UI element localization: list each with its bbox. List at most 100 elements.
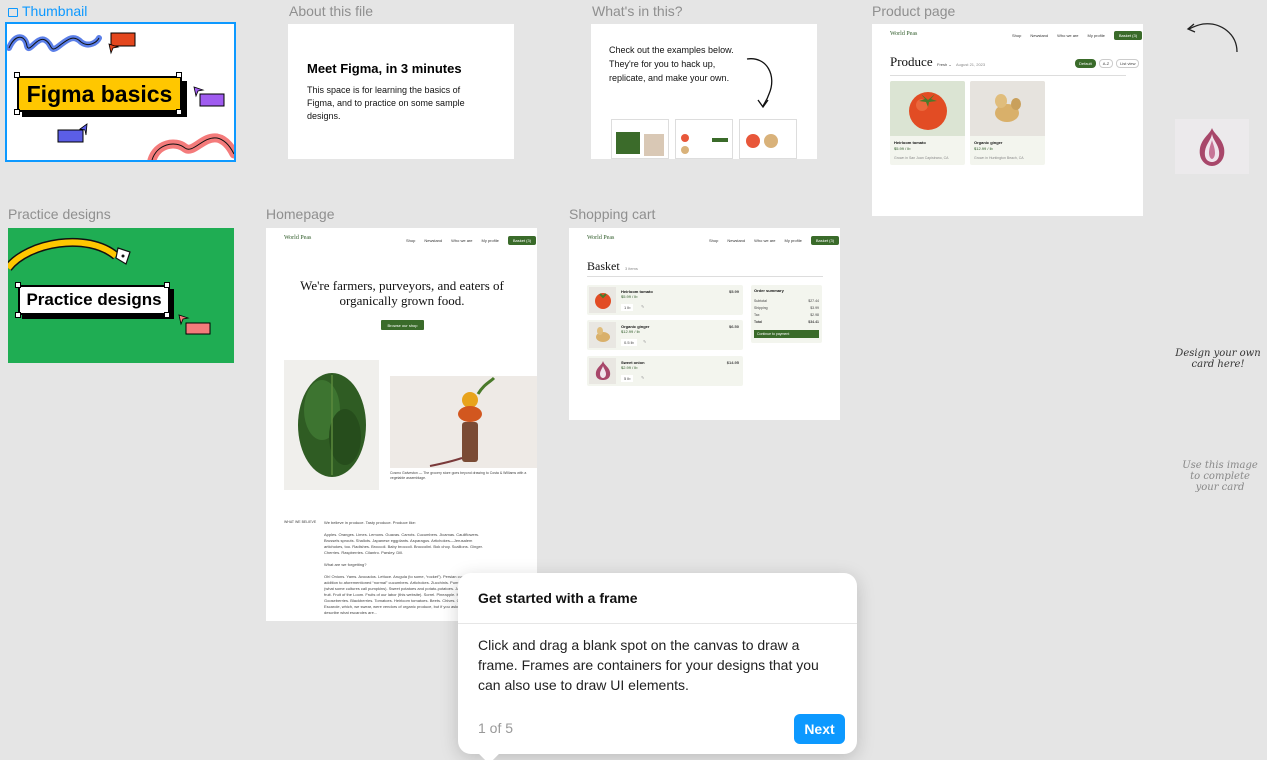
about-title: Meet Figma, in 3 minutes — [307, 61, 462, 76]
onion-image[interactable] — [1175, 119, 1249, 174]
item-total: $6.50 — [728, 324, 739, 329]
nav-newstand[interactable]: Newstand — [727, 238, 745, 243]
frame-label-thumbnail[interactable]: Thumbnail — [8, 3, 87, 19]
resize-handle[interactable] — [14, 72, 20, 78]
belief-intro: We believe in produce. Tasty produce. Pr… — [324, 520, 416, 525]
top-nav: Shop Newstand Who we are My profile Bask… — [1012, 31, 1143, 40]
product-origin: Grown in San Juan Capistrano, CA — [894, 156, 949, 160]
summary-row-value: $3.99 — [810, 306, 819, 310]
logo: World Peas — [587, 235, 615, 241]
divider — [890, 75, 1126, 76]
nav-my-profile[interactable]: My profile — [784, 238, 801, 243]
frame-about[interactable]: Meet Figma, in 3 minutes This space is f… — [288, 24, 514, 159]
resize-handle[interactable] — [164, 282, 170, 288]
frame-whats[interactable]: Check out the examples below. They're fo… — [591, 24, 817, 159]
resize-handle[interactable] — [15, 312, 21, 318]
top-nav: Shop Newstand Who we are My profile Bask… — [709, 236, 840, 245]
filter-dropdown[interactable]: Fresh ⌄ — [937, 62, 952, 67]
tomato-icon — [908, 91, 947, 130]
frame-cart[interactable]: World Peas Shop Newstand Who we are My p… — [569, 228, 840, 420]
qty-select[interactable]: 1 lb — [621, 304, 634, 311]
nav-my-profile[interactable]: My profile — [1087, 33, 1104, 38]
nav-my-profile[interactable]: My profile — [481, 238, 498, 243]
product-price: $12.99 / lb — [974, 146, 993, 151]
hero-heading: We're farmers, purveyors, and eaters of … — [300, 278, 504, 308]
divider — [587, 276, 823, 277]
product-name: Organic ginger — [974, 140, 1003, 145]
qty-select[interactable]: 5 lb — [621, 375, 634, 382]
frame-label-about[interactable]: About this file — [289, 3, 373, 19]
frame-thumbnail[interactable]: Figma basics — [7, 24, 234, 160]
frame-product[interactable]: World Peas Shop Newstand Who we are My p… — [872, 24, 1143, 216]
next-button[interactable]: Next — [794, 714, 845, 744]
preview-product — [675, 119, 733, 159]
cart-item[interactable]: Organic ginger $12.99 / lb $6.50 0.5 lb … — [587, 320, 743, 350]
chip-az[interactable]: A-Z — [1098, 59, 1114, 68]
frame-label-product[interactable]: Product page — [872, 3, 955, 19]
resize-handle[interactable] — [14, 109, 20, 115]
frame-label-text: Thumbnail — [22, 3, 88, 19]
resize-handle[interactable] — [176, 72, 182, 78]
item-total: $5.99 — [728, 289, 739, 294]
basket-button[interactable]: Basket (3) — [507, 236, 537, 245]
section-label: WHAT WE BELIEVE — [284, 520, 317, 524]
frame-homepage[interactable]: World Peas Shop Newstand Who we are My p… — [266, 228, 537, 621]
onion-icon — [595, 361, 610, 380]
summary-row-label: Shipping — [754, 306, 768, 310]
view-chips: Default A-Z List view — [1075, 59, 1140, 68]
resize-handle[interactable] — [15, 282, 21, 288]
frame-label-practice[interactable]: Practice designs — [8, 206, 111, 222]
nav-newstand[interactable]: Newstand — [424, 238, 442, 243]
practice-designs-title: Practice designs — [18, 285, 170, 315]
ginger-thumbnail — [681, 146, 689, 154]
nav-shop[interactable]: Shop — [406, 238, 415, 243]
frame-label-cart[interactable]: Shopping cart — [569, 206, 655, 222]
resize-handle[interactable] — [176, 109, 182, 115]
preview-cart — [739, 119, 797, 159]
frame-practice[interactable]: Practice designs — [8, 228, 234, 363]
beet-thumbnail — [644, 134, 664, 156]
continue-payment-button[interactable]: Continue to payment — [754, 330, 819, 338]
edit-icon[interactable]: ✎ — [641, 304, 644, 309]
use-image-note: Use this image to complete your card — [1182, 460, 1258, 493]
nav-shop[interactable]: Shop — [1012, 33, 1021, 38]
tomato-thumbnail — [681, 134, 689, 142]
product-card[interactable]: Heirloom tomato $5.99 / lb Grown in San … — [890, 81, 965, 165]
frame-label-whats[interactable]: What's in this? — [592, 3, 683, 19]
leaf-thumbnail — [616, 132, 640, 154]
basket-button[interactable]: Basket (3) — [1113, 31, 1143, 40]
summary-title: Order summary — [754, 288, 784, 293]
page-title: Basket — [587, 259, 620, 273]
nav-shop[interactable]: Shop — [709, 238, 718, 243]
frame-icon — [8, 8, 18, 17]
summary-row-value: $34.41 — [808, 320, 819, 324]
cart-item[interactable]: Sweet onion $2.99 / lb $14.95 5 lb ✎ — [587, 356, 743, 386]
resize-handle[interactable] — [164, 312, 170, 318]
popover-body: Click and drag a blank spot on the canva… — [478, 637, 819, 693]
item-count: 3 items — [625, 266, 638, 271]
browse-shop-button[interactable]: Browse our shop — [381, 320, 424, 330]
curved-arrow-icon — [746, 58, 773, 109]
cart-item[interactable]: Heirloom tomato $5.99 / lb $5.99 1 lb ✎ — [587, 285, 743, 315]
edit-icon[interactable]: ✎ — [643, 339, 646, 344]
summary-row-value: $2.98 — [810, 313, 819, 317]
chip-default[interactable]: Default — [1075, 59, 1096, 68]
edit-icon[interactable]: ✎ — [641, 375, 644, 380]
summary-row-value: $27.44 — [808, 299, 819, 303]
ginger-image — [970, 81, 1045, 136]
nav-who-we-are[interactable]: Who we are — [451, 238, 472, 243]
nav-newstand[interactable]: Newstand — [1030, 33, 1048, 38]
nav-who-we-are[interactable]: Who we are — [754, 238, 775, 243]
qty-select[interactable]: 0.5 lb — [621, 339, 637, 346]
chip-list-view[interactable]: List view — [1116, 59, 1140, 68]
image-caption: Cosmo Galveston — The grocery store goes… — [390, 471, 527, 480]
summary-row-label: Tax — [754, 313, 760, 317]
frame-label-homepage[interactable]: Homepage — [266, 206, 335, 222]
product-card[interactable]: Organic ginger $12.99 / lb Grown in Hunt… — [970, 81, 1045, 165]
tomato-image — [890, 81, 965, 136]
nav-who-we-are[interactable]: Who we are — [1057, 33, 1078, 38]
design-card-note: Design your own card here! — [1175, 348, 1261, 370]
onion-thumbnail — [589, 358, 616, 384]
summary-row-label: Total — [754, 320, 763, 324]
basket-button[interactable]: Basket (3) — [810, 236, 840, 245]
